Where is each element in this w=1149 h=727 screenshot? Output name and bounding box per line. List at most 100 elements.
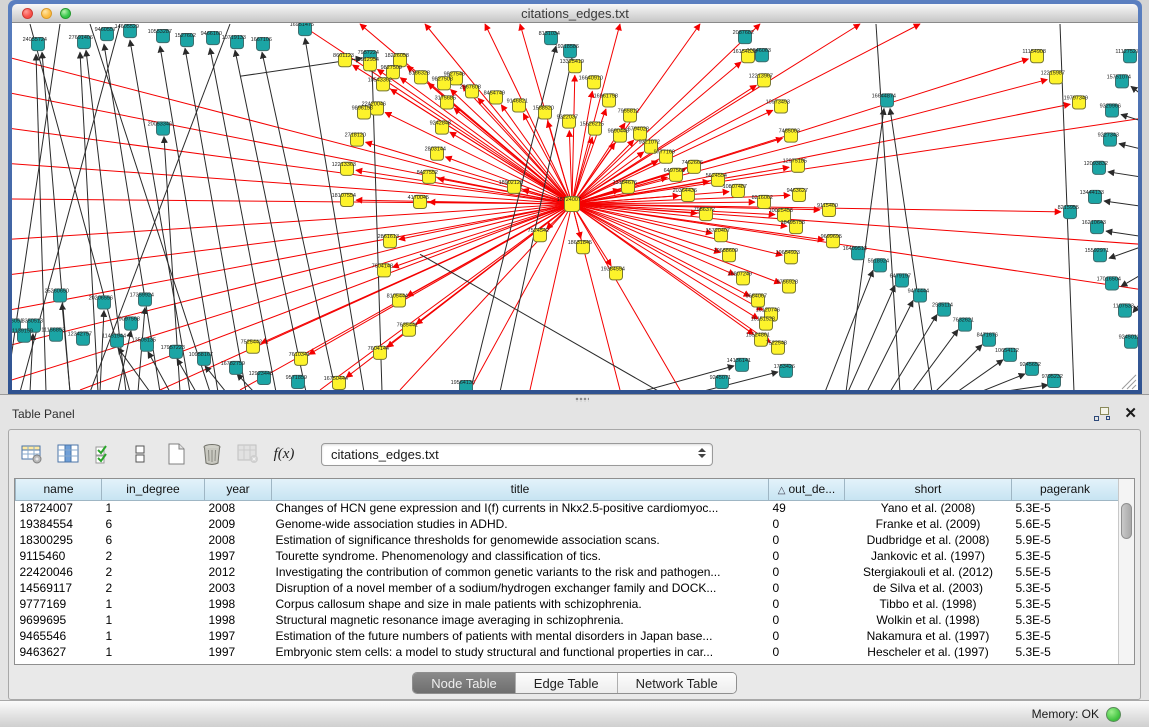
citation-edge-black[interactable] bbox=[210, 48, 276, 390]
cell: 6 bbox=[102, 516, 205, 532]
citation-edge-black[interactable] bbox=[912, 330, 958, 390]
tab-network-table[interactable]: Network Table bbox=[618, 673, 736, 693]
citation-edge-black[interactable] bbox=[867, 301, 913, 390]
table-row[interactable]: 2242004622012Investigating the contribut… bbox=[16, 564, 1119, 580]
column-header-name[interactable]: name bbox=[16, 479, 102, 500]
citation-edge-black[interactable] bbox=[36, 54, 46, 390]
cell: 0 bbox=[769, 580, 845, 596]
close-window-icon[interactable] bbox=[22, 8, 33, 19]
citation-edge-black[interactable] bbox=[1119, 144, 1138, 149]
graph-node-label: 8215955 bbox=[1058, 205, 1079, 211]
citation-edge-red[interactable] bbox=[569, 131, 572, 204]
graph-node-label: 8350513 bbox=[22, 319, 43, 325]
desktop: citations_edges.txt 24055724276914069460… bbox=[0, 0, 1149, 727]
table-row[interactable]: 946362711997Embryonic stem cells: a mode… bbox=[16, 644, 1119, 660]
cell: 0 bbox=[769, 596, 845, 612]
citation-edge-black[interactable] bbox=[1000, 385, 1048, 390]
cell: 49 bbox=[769, 500, 845, 516]
column-header-year[interactable]: year bbox=[205, 479, 272, 500]
scrollbar-thumb[interactable] bbox=[1121, 503, 1132, 539]
splitter-handle[interactable] bbox=[575, 397, 589, 402]
citation-edge-red[interactable] bbox=[400, 78, 572, 204]
cell: Yano et al. (2008) bbox=[845, 500, 1012, 516]
graph-node-label: 9684067 bbox=[746, 293, 767, 299]
table-row[interactable]: 1872400712008Changes of HCN gene express… bbox=[16, 500, 1119, 516]
cell: 2008 bbox=[205, 500, 272, 516]
network-graph-canvas[interactable]: 2405572427691406946055714605529105532871… bbox=[12, 23, 1138, 390]
column-header-pagerank[interactable]: pagerank bbox=[1012, 479, 1119, 500]
tab-edge-table[interactable]: Edge Table bbox=[516, 673, 618, 693]
graph-node-label: 9146821 bbox=[507, 98, 528, 104]
table-row[interactable]: 1938455462009Genome-wide association stu… bbox=[16, 516, 1119, 532]
citation-edge-red[interactable] bbox=[572, 104, 1070, 204]
citation-edge-red[interactable] bbox=[572, 152, 644, 204]
float-window-icon[interactable] bbox=[1094, 407, 1110, 421]
network-window-titlebar[interactable]: citations_edges.txt bbox=[12, 4, 1138, 23]
graph-node-label: 8601123 bbox=[333, 53, 354, 59]
column-header-short[interactable]: short bbox=[845, 479, 1012, 500]
citation-edge-red[interactable] bbox=[12, 204, 572, 274]
graph-node-label: 7604148 bbox=[372, 263, 393, 269]
citation-edge-black[interactable] bbox=[876, 24, 900, 390]
cell: 9777169 bbox=[16, 596, 102, 612]
table-delete-icon bbox=[237, 444, 259, 464]
citation-edge-black[interactable] bbox=[1106, 231, 1138, 236]
column-header-title[interactable]: title bbox=[272, 479, 769, 500]
citation-edge-black[interactable] bbox=[30, 334, 33, 390]
memory-indicator-icon[interactable] bbox=[1106, 707, 1121, 722]
table-row[interactable]: 977716911998Corpus callosum shape and si… bbox=[16, 596, 1119, 612]
citation-edge-red[interactable] bbox=[12, 58, 572, 204]
citation-edge-red[interactable] bbox=[572, 204, 611, 266]
function-builder-button[interactable]: f(x) bbox=[269, 439, 299, 469]
citation-edge-red[interactable] bbox=[309, 204, 572, 354]
graph-node-label: 9571859 bbox=[286, 375, 307, 381]
table-row[interactable]: 1830029562008Estimation of significance … bbox=[16, 532, 1119, 548]
delete-table-button[interactable] bbox=[233, 439, 263, 469]
citation-edge-black[interactable] bbox=[980, 374, 1025, 390]
resize-grip-icon[interactable] bbox=[1122, 375, 1136, 389]
table-selector-dropdown[interactable]: citations_edges.txt bbox=[321, 443, 713, 466]
tab-node-table[interactable]: Node Table bbox=[413, 673, 516, 693]
column-header-out-de-[interactable]: △out_de... bbox=[769, 479, 845, 500]
citation-edge-red[interactable] bbox=[572, 75, 575, 204]
maximize-window-icon[interactable] bbox=[60, 8, 71, 19]
graph-node-label: 9227343 bbox=[1098, 133, 1119, 139]
citation-edge-black[interactable] bbox=[1104, 201, 1138, 206]
table-settings-button[interactable] bbox=[17, 439, 47, 469]
table-row[interactable]: 911546021997Tourette syndrome. Phenomeno… bbox=[16, 548, 1119, 564]
citation-edge-black[interactable] bbox=[1131, 86, 1138, 93]
minimize-window-icon[interactable] bbox=[41, 8, 52, 19]
citation-edge-black[interactable] bbox=[1121, 275, 1138, 286]
vertical-scrollbar[interactable] bbox=[1118, 479, 1134, 664]
show-columns-button[interactable] bbox=[53, 439, 83, 469]
column-header-in-degree[interactable]: in_degree bbox=[102, 479, 205, 500]
graph-node-label: 9474444 bbox=[908, 288, 929, 294]
new-column-button[interactable] bbox=[161, 439, 191, 469]
select-rows-button[interactable] bbox=[89, 439, 119, 469]
delete-column-button[interactable] bbox=[197, 439, 227, 469]
citation-edge-black[interactable] bbox=[1109, 247, 1138, 258]
citation-edge-black[interactable] bbox=[62, 304, 70, 390]
close-panel-icon[interactable]: ✕ bbox=[1124, 407, 1137, 421]
row-height-button[interactable] bbox=[125, 439, 155, 469]
cell: Nakamura et al. (1997) bbox=[845, 628, 1012, 644]
citation-edge-black[interactable] bbox=[1108, 172, 1138, 177]
graph-node-label: 12213363 bbox=[332, 162, 356, 168]
cell: 0 bbox=[769, 628, 845, 644]
graph-node-label: 25260650 bbox=[45, 288, 69, 294]
cell: Stergiakouli et al. (2012) bbox=[845, 564, 1012, 580]
citation-edge-black[interactable] bbox=[420, 254, 660, 390]
citation-edge-black[interactable] bbox=[848, 285, 895, 390]
citation-edge-red[interactable] bbox=[572, 24, 620, 204]
table-row[interactable]: 946554611997Estimation of the future num… bbox=[16, 628, 1119, 644]
citation-edge-red[interactable] bbox=[356, 170, 572, 204]
graph-node-label: 17016504 bbox=[1097, 276, 1121, 282]
cell: 0 bbox=[769, 564, 845, 580]
cell: Hescheler et al. (1997) bbox=[845, 644, 1012, 660]
table-row[interactable]: 1456911722003Disruption of a novel membe… bbox=[16, 580, 1119, 596]
citation-network-graph: 2405572427691406946055714605529105532871… bbox=[12, 23, 1138, 390]
table-row[interactable]: 969969511998Structural magnetic resonanc… bbox=[16, 612, 1119, 628]
citation-edge-red[interactable] bbox=[12, 164, 572, 204]
graph-node-label: 2087682 bbox=[733, 30, 754, 36]
graph-node-label: 6479197 bbox=[890, 273, 911, 279]
